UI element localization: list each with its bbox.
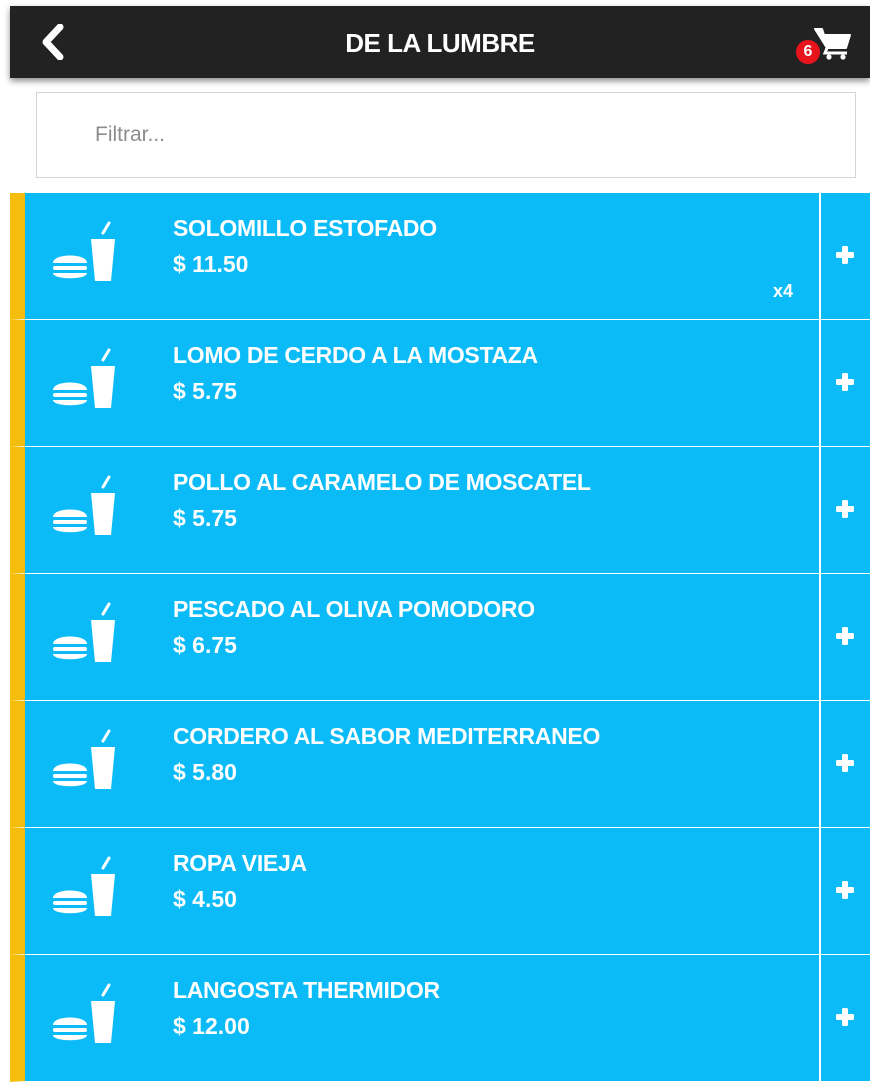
product-row[interactable]: CORDERO AL SABOR MEDITERRANEO $ 5.80 (25, 701, 819, 827)
add-to-cart-button[interactable] (819, 320, 870, 446)
list-item: CORDERO AL SABOR MEDITERRANEO $ 5.80 (10, 701, 870, 828)
add-to-cart-button[interactable] (819, 447, 870, 573)
product-row[interactable]: SOLOMILLO ESTOFADO $ 11.50 x4 (25, 193, 819, 319)
list-item: LOMO DE CERDO A LA MOSTAZA $ 5.75 (10, 320, 870, 447)
list-item: SOLOMILLO ESTOFADO $ 11.50 x4 (10, 193, 870, 320)
page-title: DE LA LUMBRE (345, 28, 535, 58)
add-to-cart-button[interactable] (819, 574, 870, 700)
quantity-badge: x4 (773, 281, 794, 301)
plus-icon (836, 1008, 854, 1026)
product-name: LOMO DE CERDO A LA MOSTAZA (173, 342, 538, 368)
add-to-cart-button[interactable] (819, 828, 870, 954)
plus-icon (836, 627, 854, 645)
product-row[interactable]: LOMO DE CERDO A LA MOSTAZA $ 5.75 (25, 320, 819, 446)
app-header: DE LA LUMBRE 6 (10, 6, 870, 78)
product-price: $ 6.75 (173, 632, 237, 658)
product-price: $ 5.75 (173, 378, 237, 404)
filter-input[interactable] (36, 92, 856, 178)
product-price: $ 4.50 (173, 886, 237, 912)
list-item: LANGOSTA THERMIDOR $ 12.00 (10, 955, 870, 1082)
cart-button[interactable]: 6 (790, 20, 856, 66)
product-list: SOLOMILLO ESTOFADO $ 11.50 x4 LOMO DE CE… (10, 193, 870, 1082)
food-drink-icon (53, 983, 115, 1043)
food-drink-icon (53, 221, 115, 281)
list-item: PESCADO AL OLIVA POMODORO $ 6.75 (10, 574, 870, 701)
food-drink-icon (53, 729, 115, 789)
cart-count-badge: 6 (796, 40, 820, 64)
product-name: POLLO AL CARAMELO DE MOSCATEL (173, 469, 591, 495)
product-price: $ 12.00 (173, 1013, 250, 1039)
product-row[interactable]: PESCADO AL OLIVA POMODORO $ 6.75 (25, 574, 819, 700)
product-name: PESCADO AL OLIVA POMODORO (173, 596, 535, 622)
add-to-cart-button[interactable] (819, 701, 870, 827)
plus-icon (836, 754, 854, 772)
plus-icon (836, 881, 854, 899)
list-item: ROPA VIEJA $ 4.50 (10, 828, 870, 955)
food-drink-icon (53, 348, 115, 408)
food-drink-icon (53, 475, 115, 535)
shopping-cart-icon (814, 28, 851, 60)
add-to-cart-button[interactable] (819, 955, 870, 1081)
product-price: $ 11.50 (173, 251, 249, 277)
product-name: LANGOSTA THERMIDOR (173, 977, 440, 1003)
product-price: $ 5.75 (173, 505, 237, 531)
product-name: CORDERO AL SABOR MEDITERRANEO (173, 723, 601, 749)
plus-icon (836, 373, 854, 391)
product-name: ROPA VIEJA (173, 850, 307, 876)
product-row[interactable]: ROPA VIEJA $ 4.50 (25, 828, 819, 954)
product-row[interactable]: POLLO AL CARAMELO DE MOSCATEL $ 5.75 (25, 447, 819, 573)
product-name: SOLOMILLO ESTOFADO (173, 215, 437, 241)
food-drink-icon (53, 602, 115, 662)
plus-icon (836, 246, 854, 264)
plus-icon (836, 500, 854, 518)
list-item: POLLO AL CARAMELO DE MOSCATEL $ 5.75 (10, 447, 870, 574)
product-price: $ 5.80 (173, 759, 237, 785)
food-drink-icon (53, 856, 115, 916)
add-to-cart-button[interactable] (819, 193, 870, 319)
product-row[interactable]: LANGOSTA THERMIDOR $ 12.00 (25, 955, 819, 1081)
